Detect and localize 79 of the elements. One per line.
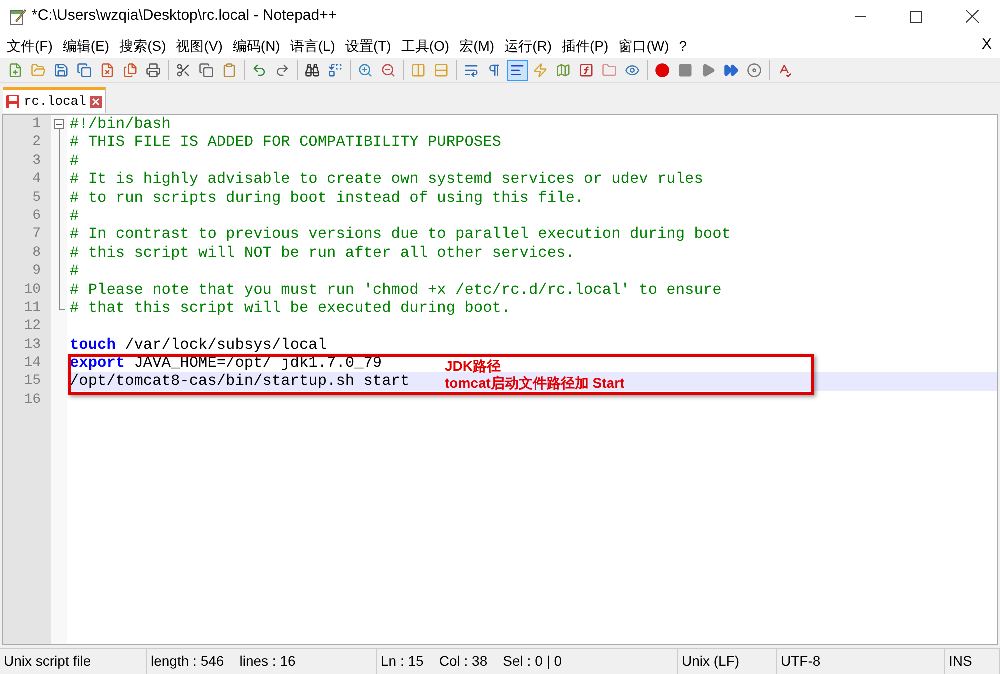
menu-item[interactable]: 插件(P) [557,34,614,56]
lightning-icon [533,62,548,78]
menu-item[interactable]: 编辑(E) [58,34,115,56]
line-number: 2 [32,133,42,152]
tab-label: rc.local [24,92,86,111]
line-number: 5 [32,188,42,207]
printer-icon [146,62,161,78]
spell-check-icon [777,62,792,78]
save-all-icon [77,62,92,78]
menu-item[interactable]: 编码(N) [228,34,286,56]
line-number: 12 [23,317,42,336]
annotation-note: tomcat启动文件路径加 Start [445,374,626,392]
function-icon [579,62,594,78]
zoom-in-icon [358,62,373,78]
line-number: 4 [32,170,42,189]
close-icon [966,10,978,23]
line-number: 8 [32,244,42,262]
folder-icon [602,62,617,78]
record-icon [655,62,670,78]
open-folder-icon [31,62,46,78]
toolbar-button[interactable] [507,60,528,80]
line-number: 9 [32,262,42,281]
line-number: 10 [23,280,42,299]
scissors-icon [176,62,191,78]
notepad-icon [9,8,27,26]
fast-forward-icon [724,62,739,78]
menu-item[interactable]: 工具(O) [396,34,455,56]
collapse-icon[interactable] [54,119,64,129]
status-field: Unix script file [0,649,147,674]
menu-item[interactable]: 宏(M) [454,34,500,56]
file-tab[interactable]: rc.local [3,87,106,113]
new-file-icon [8,62,23,78]
menu-item[interactable]: 视图(V) [171,34,228,56]
undo-icon [252,62,267,78]
save-icon [54,62,69,78]
annotation-note: JDK路径 [445,358,502,374]
menu-item[interactable]: ? [674,34,692,56]
map-icon [556,62,571,78]
status-field: length : 546 lines : 16 [147,649,377,674]
line-number: 13 [23,336,42,354]
line-number: 14 [23,354,42,372]
stop-icon [678,62,693,78]
paste-icon [222,62,237,78]
rows-icon [434,62,449,78]
close-tab-icon[interactable] [90,96,102,108]
copy-icon [199,62,214,78]
line-number: 3 [32,152,42,170]
menu-item[interactable]: 窗口(W) [614,34,674,56]
binoculars-icon [305,62,320,78]
pilcrow-icon [487,62,502,78]
menu-item[interactable]: 搜索(S) [114,34,172,56]
menu-item[interactable]: 文件(F) [2,34,58,56]
status-field: Unix (LF) [678,649,777,674]
status-field: Ln : 15 Col : 38 Sel : 0 | 0 [377,649,678,674]
close-all-icon [123,62,138,78]
minimize-icon [854,16,866,17]
indent-guide-icon [510,62,525,78]
close-file-icon [100,62,115,78]
status-field: UTF-8 [777,649,945,674]
line-number: 7 [32,225,42,244]
window-title: *C:\Users\wzqia\Desktop\rc.local - Notepad++ [32,6,338,26]
maximize-icon [910,10,922,22]
line-number: 15 [23,372,42,391]
status-field: INS [945,649,1000,674]
line-number: 6 [32,206,42,226]
wrap-text-icon [464,62,479,78]
redo-icon [275,62,290,78]
columns-icon [411,62,426,78]
play-icon [701,62,716,78]
line-number: 11 [23,298,42,318]
menu-item[interactable]: 设置(T) [340,34,396,56]
line-number: 1 [32,115,42,134]
menu-item[interactable]: 运行(R) [500,34,558,56]
close-document-button[interactable]: X [982,34,992,57]
zoom-out-icon [381,62,396,78]
eye-icon [625,62,640,78]
menu-item[interactable]: 语言(L) [285,34,340,56]
line-number: 16 [23,390,42,410]
replace-icon [328,62,343,78]
